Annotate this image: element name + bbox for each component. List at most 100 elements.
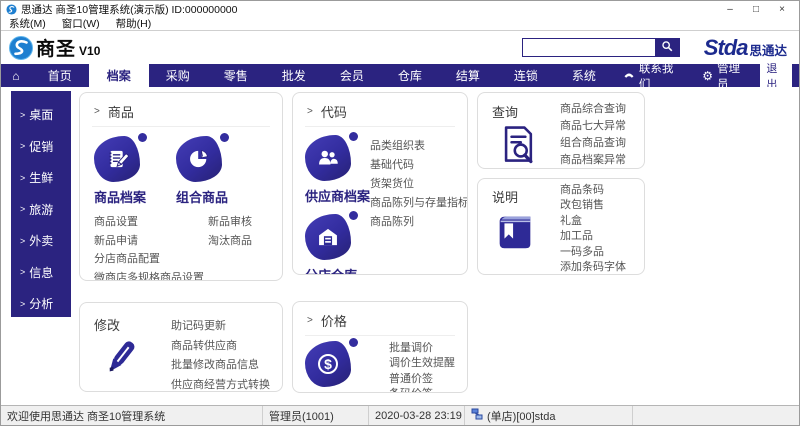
document-magnifier-icon [496, 126, 540, 168]
feature-product-archive[interactable]: 商品档案 [94, 133, 147, 206]
sidebar-label: 促销 [29, 139, 54, 154]
link-item[interactable]: 品类组织表 [370, 137, 467, 156]
link-item[interactable]: 批量修改商品信息 [171, 356, 270, 376]
search-button[interactable] [654, 39, 679, 56]
codes-links: 品类组织表 基础代码 货架货位 商品陈列与存量指标 商品陈列 [370, 137, 467, 274]
card-title: 修改 [94, 318, 121, 333]
link-item[interactable]: 普通价签 [389, 372, 455, 387]
link-item[interactable]: 商品七大异常 [560, 118, 626, 135]
tab-members[interactable]: 会员 [323, 64, 381, 87]
product-logo: 商圣 V10 [9, 34, 100, 61]
chevron-icon: > [307, 106, 313, 117]
link-item[interactable]: 商品条码 [560, 183, 626, 198]
feature-branch-warehouse[interactable]: 分店仓库 [305, 211, 370, 274]
link-item[interactable]: 商品转供应商 [171, 337, 270, 357]
link-item[interactable]: 组合商品查询 [560, 135, 626, 152]
link-item[interactable]: 商品档案异常 [560, 152, 626, 168]
sidebar-item-promotion[interactable]: > 促销 [20, 138, 71, 155]
link-item[interactable]: 基础代码 [370, 156, 467, 175]
link-item[interactable]: 商品陈列与存量指标 [370, 194, 467, 213]
sidebar-label: 分析 [29, 297, 54, 311]
home-icon[interactable]: ⌂ [1, 64, 31, 87]
link-item[interactable]: 礼盒 [560, 214, 626, 229]
chevron-icon: > [20, 109, 26, 120]
query-links: 商品综合查询 商品七大异常 组合商品查询 商品档案异常 [560, 101, 626, 168]
sidebar-item-takeout[interactable]: > 外卖 [20, 232, 71, 249]
close-button[interactable]: × [769, 4, 795, 15]
price-feature-col: $ 调价单 [305, 338, 389, 393]
link-item[interactable]: 商品设置 [94, 213, 208, 232]
sidebar-item-fresh[interactable]: > 生鲜 [20, 169, 71, 186]
sidebar-item-travel[interactable]: > 旅游 [20, 201, 71, 218]
link-item[interactable]: 助记码更新 [171, 317, 270, 337]
menu-window[interactable]: 窗口(W) [62, 16, 100, 31]
tab-settlement[interactable]: 结算 [439, 64, 497, 87]
codes-features: 供应商档案 [305, 132, 371, 274]
link-item[interactable]: 一码多品 [560, 245, 626, 260]
menu-bar: 系统(M) 窗口(W) 帮助(H) [1, 17, 799, 31]
tab-wholesale[interactable]: 批发 [265, 64, 323, 87]
link-item[interactable]: 加工品 [560, 229, 626, 244]
card-manual: 说明 商品条码 改包销售 礼盒 加工品 一码多品 添加条码字体 [477, 178, 645, 275]
feature-price-adjustment[interactable]: $ 调价单 [305, 338, 389, 393]
minimize-button[interactable]: – [717, 4, 743, 15]
product-version: V10 [79, 44, 101, 58]
link-item[interactable]: 货架货位 [370, 175, 467, 194]
tab-retail[interactable]: 零售 [207, 64, 265, 87]
link-item[interactable]: 分店商品配置 [94, 250, 208, 269]
chevron-icon: > [20, 172, 26, 183]
tab-archives[interactable]: 档案 [88, 64, 149, 87]
price-card-header: > 价格 [305, 308, 455, 336]
chevron-icon: > [20, 267, 26, 277]
status-store: (单店)[00]stda [465, 406, 633, 425]
search-icon [661, 40, 673, 55]
status-bar: 欢迎使用思通达 商圣10管理系统 管理员(1001) 2020-03-28 23… [1, 405, 799, 425]
manual-links: 商品条码 改包销售 礼盒 加工品 一码多品 添加条码字体 [560, 183, 626, 274]
search-input[interactable] [522, 39, 655, 56]
card-codes: > 代码 供应商档案 品类组织表 基础代码 货架货位 商品陈列与存量指标 商品陈… [292, 92, 468, 275]
status-store-label: (单店)[00]stda [487, 410, 556, 423]
tab-chain[interactable]: 连锁 [497, 64, 555, 87]
chevron-icon: > [20, 141, 26, 151]
link-item[interactable]: 批量调价 [389, 341, 455, 356]
link-item[interactable]: 改包销售 [560, 198, 626, 213]
status-datetime: 2020-03-28 23:19 [369, 406, 465, 425]
feature-label: 组合商品 [176, 190, 229, 205]
tab-home[interactable]: 首页 [31, 64, 89, 87]
link-item[interactable]: 调价生效提醒 [389, 356, 455, 371]
tab-system[interactable]: 系统 [555, 64, 613, 87]
chevron-icon: > [20, 204, 26, 214]
tab-purchase[interactable]: 采购 [149, 64, 207, 87]
feature-label: 供应商档案 [305, 189, 371, 204]
menu-system[interactable]: 系统(M) [9, 16, 46, 31]
link-item[interactable]: 供应商经营方式转换 [171, 376, 270, 392]
feature-label: 调价单 [305, 392, 344, 393]
app-body: >桌面 >促销 >生鲜 >旅游 >外卖 >信息 >分析 > 商品 [1, 87, 799, 405]
modify-left: 修改 [92, 311, 171, 391]
tab-warehouse[interactable]: 仓库 [381, 64, 439, 87]
products-links: 商品设置 新品申请 分店商品配置 微商店多规格商品设置 导出盘点商品 新品审核 … [94, 213, 270, 281]
link-item[interactable]: 商品陈列 [370, 213, 467, 232]
app-window: 思通达 商圣10管理系统(演示版) ID:000000000 – □ × 系统(… [0, 0, 800, 426]
brand-cn: 思通达 [749, 43, 787, 58]
card-title: 商品 [107, 105, 134, 120]
sidebar-item-analysis[interactable]: > 分析 [20, 295, 71, 312]
content-area: > 商品 商品档案 组合商品 商品设置 新品申请 分店商品配置 微商店多规格商品… [71, 87, 799, 405]
maximize-button[interactable]: □ [743, 4, 769, 15]
sidebar-item-desktop[interactable]: > 桌面 [20, 106, 71, 123]
link-item[interactable]: 添加条码字体 [560, 260, 626, 274]
link-item[interactable]: 商品综合查询 [560, 101, 626, 118]
status-empty [633, 406, 799, 425]
feature-combo-product[interactable]: 组合商品 [176, 133, 230, 206]
link-item[interactable]: 新品审核 [208, 213, 252, 232]
menu-help[interactable]: 帮助(H) [116, 16, 152, 31]
link-item[interactable]: 新品申请 [94, 232, 208, 251]
link-item[interactable]: 淘汰商品 [208, 232, 252, 251]
link-item[interactable]: 微商店多规格商品设置 [94, 269, 208, 281]
brand-en: Stda [703, 34, 749, 60]
link-item[interactable]: 条码价签 [389, 387, 455, 392]
feature-supplier-archive[interactable]: 供应商档案 [305, 132, 371, 205]
sidebar-item-info[interactable]: > 信息 [20, 264, 71, 281]
main-nav: ⌂ 首页 档案 采购 零售 批发 会员 仓库 结算 连锁 系统 联系我们 ⚙ 管… [1, 57, 799, 94]
card-title: 说明 [492, 190, 519, 205]
